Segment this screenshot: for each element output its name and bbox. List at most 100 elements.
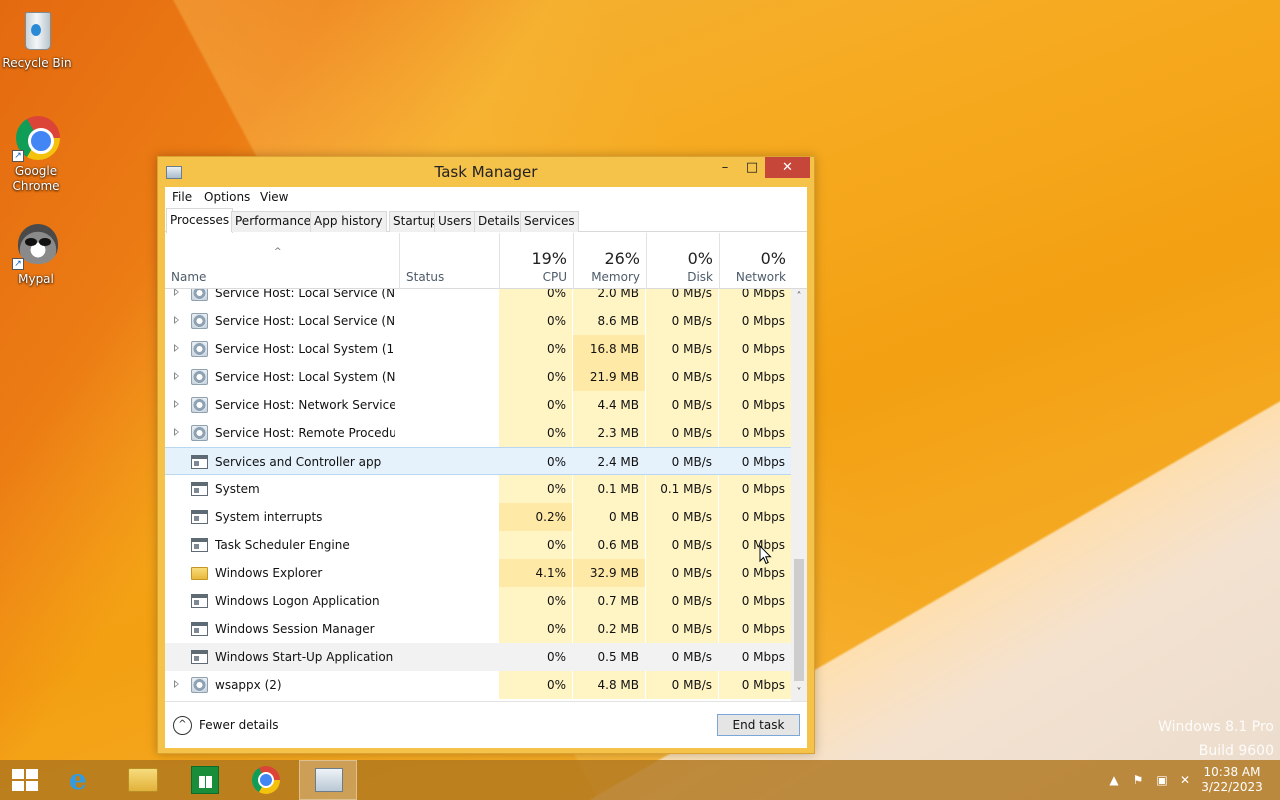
column-memory-label: Memory (591, 270, 640, 284)
internet-explorer-icon: e (69, 763, 87, 796)
process-cpu: 0% (499, 419, 572, 447)
app-window-icon (191, 538, 208, 552)
process-cpu: 0.2% (499, 503, 572, 531)
process-network: 0 Mbps (719, 363, 791, 391)
process-row[interactable]: Windows Logon Application 0% 0.7 MB 0 MB/s 0… (165, 587, 791, 615)
process-cpu: 0% (499, 587, 572, 615)
tab-users[interactable]: Users (434, 211, 476, 232)
process-name: wsappx (2) (215, 678, 282, 692)
process-name: Service Host: Local System (Net... (215, 370, 395, 384)
taskbar-clock[interactable]: 10:38 AM 3/22/2023 (1196, 765, 1268, 795)
process-memory: 0.5 MB (597, 650, 639, 664)
scroll-up-arrow-icon[interactable]: ˄ (791, 289, 807, 305)
mypal-desktop-icon[interactable]: ↗ Mypal (0, 222, 74, 287)
taskbar-task-manager[interactable] (299, 760, 357, 800)
minimize-button[interactable]: – (712, 157, 738, 178)
expand-chevron-icon[interactable] (174, 400, 179, 408)
window-client: File Options View Processes Performance … (165, 187, 807, 748)
process-row[interactable]: System 0% 0.1 MB 0.1 MB/s 0 Mbps (165, 475, 791, 503)
process-row[interactable]: Service Host: Network Service (4) 0%4.4 M… (165, 391, 791, 419)
process-row[interactable]: Service Host: Local Service (No I... 0%2.… (165, 289, 791, 307)
process-network: 0 Mbps (719, 503, 791, 531)
process-disk: 0 MB/s (646, 587, 718, 615)
process-row[interactable]: Service Host: Local System (16) 0% 16.8 MB… (165, 335, 791, 363)
column-header-memory[interactable]: 26% Memory (573, 233, 646, 289)
expand-chevron-icon[interactable] (174, 680, 179, 688)
taskbar-chrome[interactable] (237, 760, 295, 800)
column-cpu-label: CPU (542, 270, 567, 284)
column-header-network[interactable]: 0% Network (719, 233, 792, 289)
tab-details[interactable]: Details (474, 211, 524, 232)
process-cpu: 0% (499, 531, 572, 559)
scrollbar-thumb[interactable] (794, 559, 804, 681)
process-row[interactable]: Services and Controller app 0% 2.4 MB 0 MB/… (165, 447, 791, 475)
process-row[interactable]: Service Host: Local Service (No ... 0%8.6… (165, 307, 791, 335)
menu-view[interactable]: View (260, 190, 288, 204)
maximize-button[interactable]: □ (739, 157, 765, 178)
menu-options[interactable]: Options (204, 190, 250, 204)
process-disk: 0 MB/s (646, 559, 718, 587)
recycle-bin-desktop-icon[interactable]: Recycle Bin (0, 6, 75, 71)
process-cpu: 0% (546, 455, 566, 469)
chevron-up-circle-icon[interactable]: ^ (173, 716, 192, 735)
tab-processes[interactable]: Processes (166, 208, 234, 233)
process-row[interactable]: Service Host: Remote Procedure... 0%2.3 M… (165, 419, 791, 447)
menu-file[interactable]: File (172, 190, 192, 204)
expand-chevron-icon[interactable] (174, 372, 179, 380)
process-row[interactable]: Windows Session Manager 0% 0.2 MB 0 MB/s 0 M… (165, 615, 791, 643)
taskbar-file-explorer[interactable] (114, 760, 172, 800)
process-row[interactable]: Service Host: Local System (Net... 0%21.9… (165, 363, 791, 391)
start-button[interactable] (0, 760, 58, 800)
expand-chevron-icon[interactable] (174, 316, 179, 324)
process-memory: 4.8 MB (573, 671, 645, 699)
app-window-icon (191, 650, 208, 664)
expand-chevron-icon[interactable] (174, 344, 179, 352)
process-row[interactable]: Windows Start-Up Application 0% 0.5 MB 0 MB… (165, 643, 791, 671)
clock-time: 10:38 AM (1203, 765, 1261, 779)
start-icon (12, 769, 38, 791)
chrome-desktop-icon[interactable]: ↗ Google Chrome (0, 114, 74, 194)
process-disk: 0 MB/s (646, 531, 718, 559)
process-cpu: 0% (499, 289, 572, 307)
process-network: 0 Mbps (719, 307, 791, 335)
chrome-icon (252, 766, 280, 794)
file-explorer-icon (128, 768, 158, 792)
scroll-down-arrow-icon[interactable]: ˅ (791, 685, 807, 701)
fewer-details-link[interactable]: Fewer details (199, 718, 279, 732)
volume-muted-icon[interactable]: ✕ (1177, 772, 1193, 788)
process-row[interactable]: Task Scheduler Engine 0% 0.6 MB 0 MB/s 0 Mbp… (165, 531, 791, 559)
column-header-name[interactable]: ^ Name (165, 233, 399, 289)
process-row[interactable]: Windows Explorer 4.1% 32.9 MB 0 MB/s 0 Mbps (165, 559, 791, 587)
process-name: Windows Start-Up Application (215, 650, 394, 664)
tab-app-history[interactable]: App history (310, 211, 387, 232)
taskbar-store[interactable] (175, 760, 233, 800)
process-cpu: 0% (499, 671, 572, 699)
process-network: 0 Mbps (719, 587, 791, 615)
process-row[interactable]: System interrupts 0.2% 0 MB 0 MB/s 0 Mbps (165, 503, 791, 531)
column-header-disk[interactable]: 0% Disk (646, 233, 719, 289)
raccoon-face (18, 224, 58, 264)
process-name: Windows Logon Application (215, 594, 380, 608)
menu-bar: File Options View (165, 187, 807, 207)
process-cpu: 4.1% (499, 559, 572, 587)
vertical-scrollbar[interactable]: ˄ ˅ (791, 289, 807, 701)
close-button[interactable]: ✕ (765, 157, 810, 178)
tab-services[interactable]: Services (520, 211, 579, 232)
action-center-flag-icon[interactable]: ⚑ (1130, 772, 1146, 788)
expand-chevron-icon[interactable] (174, 428, 179, 436)
title-bar[interactable]: Task Manager – □ ✕ (158, 157, 814, 187)
column-header-cpu[interactable]: 19% CPU (499, 233, 573, 289)
tab-performance[interactable]: Performance (231, 211, 316, 232)
end-task-button[interactable]: End task (717, 714, 800, 736)
network-icon[interactable]: ▣ (1154, 772, 1170, 788)
gear-icon (191, 369, 208, 385)
show-hidden-icons-icon[interactable]: ▲ (1106, 772, 1122, 788)
process-row[interactable]: wsappx (2) 0% 4.8 MB 0 MB/s 0 Mbps (165, 671, 791, 699)
process-memory: 0.1 MB (573, 475, 645, 503)
taskbar-internet-explorer[interactable]: e (52, 760, 110, 800)
expand-chevron-icon[interactable] (174, 289, 179, 296)
column-header-status[interactable]: Status (399, 233, 499, 289)
process-name: Service Host: Local System (16) (215, 342, 395, 356)
process-network: 0 Mbps (719, 559, 791, 587)
memory-total-percent: 26% (604, 249, 640, 268)
